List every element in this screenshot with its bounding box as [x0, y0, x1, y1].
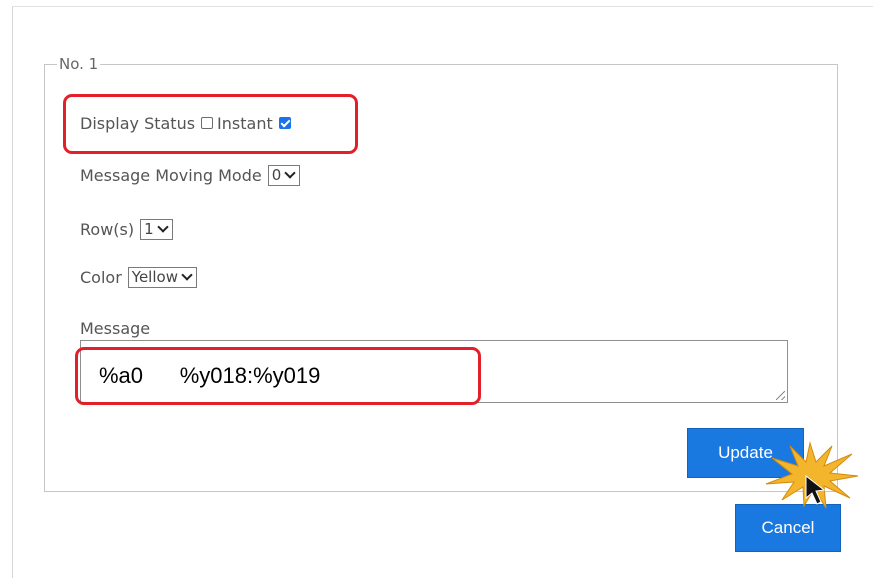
chevron-down-icon — [284, 167, 296, 179]
color-row: Color Yellow — [80, 264, 197, 290]
message-moving-mode-label: Message Moving Mode — [80, 165, 262, 185]
message-moving-mode-select[interactable]: 0 — [267, 164, 301, 186]
color-select[interactable]: Yellow — [127, 266, 197, 288]
resize-grip-icon[interactable] — [776, 391, 785, 400]
highlight-message-value — [75, 347, 481, 405]
message-moving-mode-value: 0 — [271, 166, 282, 184]
rows-select[interactable]: 1 — [140, 218, 173, 240]
highlight-display-status — [63, 94, 358, 154]
rows-value: 1 — [144, 220, 154, 238]
cancel-button[interactable]: Cancel — [735, 504, 841, 552]
message-label-row: Message — [80, 318, 150, 338]
page-left-border — [12, 6, 13, 578]
chevron-down-icon — [181, 269, 193, 281]
color-value: Yellow — [131, 268, 178, 286]
color-label: Color — [80, 267, 122, 287]
rows-label: Row(s) — [80, 219, 135, 239]
message-moving-mode-row: Message Moving Mode 0 — [80, 162, 301, 188]
rows-row: Row(s) 1 — [80, 216, 173, 242]
group-legend: No. 1 — [59, 55, 99, 73]
mouse-pointer-click-icon — [765, 441, 859, 509]
chevron-down-icon — [156, 221, 169, 233]
message-label: Message — [80, 318, 151, 338]
page-top-border — [12, 6, 873, 7]
